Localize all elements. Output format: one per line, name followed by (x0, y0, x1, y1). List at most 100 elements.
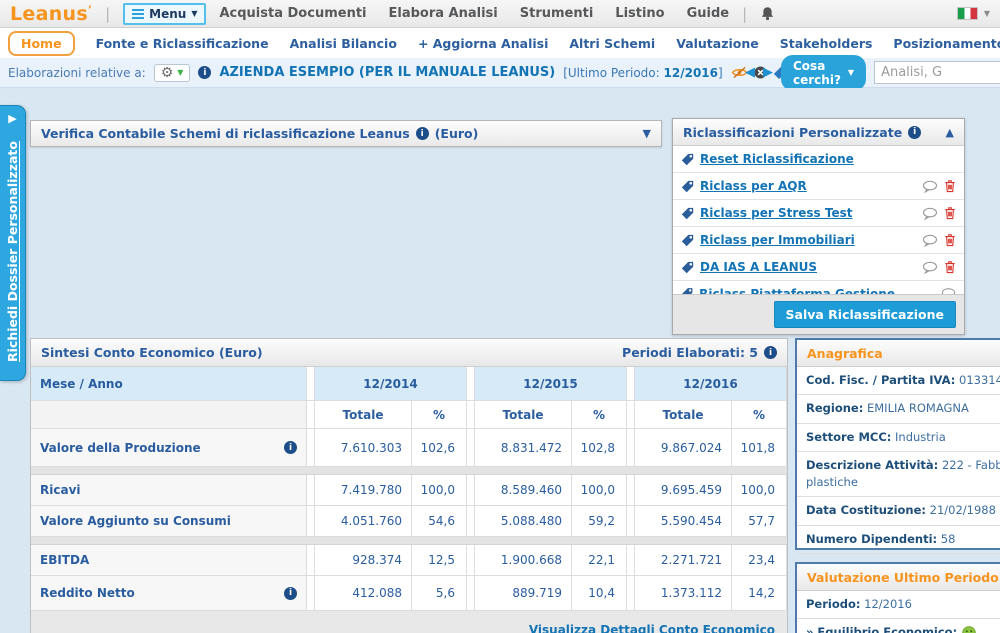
table-row-label: Ricavi (31, 475, 307, 506)
richiedi-dossier-tab[interactable]: ▶ Richiedi Dossier Personalizzato (0, 105, 26, 381)
tab-altri-schemi[interactable]: Altri Schemi (569, 36, 655, 51)
tab-aggiorna-analisi[interactable]: + Aggiorna Analisi (418, 36, 548, 51)
info-icon[interactable]: i (908, 125, 922, 139)
trash-icon[interactable] (944, 260, 956, 274)
verifica-contabile-panel-header[interactable]: Verifica Contabile Schemi di riclassific… (30, 120, 662, 147)
expand-chevron-icon[interactable]: ▼ (643, 127, 651, 140)
cell-total: 5.590.454 (635, 506, 732, 537)
tab-analisi-bilancio[interactable]: Analisi Bilancio (290, 36, 397, 51)
collapse-chevron-icon[interactable]: ▲ (946, 126, 954, 139)
tab-posizionamento-competitivo[interactable]: Posizionamento Competitivo (893, 36, 1000, 51)
info-icon[interactable]: i (198, 66, 212, 79)
riclassificazioni-footer: Salva Riclassificazione (673, 294, 964, 334)
company-name-link[interactable]: AZIENDA ESEMPIO (PER IL MANUALE LEANUS) (219, 65, 555, 80)
tab-home[interactable]: Home (8, 30, 75, 56)
tab-stakeholders[interactable]: Stakeholders (780, 36, 873, 51)
context-bar: Elaborazioni relative a: ⚙ ▼ i AZIENDA E… (0, 54, 1000, 91)
comment-icon[interactable] (922, 207, 938, 220)
sintesi-title: Sintesi Conto Economico (Euro) (41, 345, 263, 360)
subcol-totale: Totale (315, 401, 412, 429)
list-item-partially-visible: Riclass Piattaforma Gestione Crediti (673, 281, 964, 294)
reset-riclassificazione-link[interactable]: Reset Riclassificazione (700, 152, 854, 166)
cosa-cerchi-button[interactable]: Cosa cerchi? ▼ (781, 54, 867, 91)
salva-riclassificazione-button[interactable]: Salva Riclassificazione (773, 301, 956, 328)
da-ias-a-leanus-link[interactable]: DA IAS A LEANUS (700, 260, 817, 274)
sintesi-conto-economico-panel: Sintesi Conto Economico (Euro) Periodi E… (30, 338, 788, 633)
valutazione-header: Valutazione Ultimo Periodo (797, 564, 1000, 591)
search-input[interactable] (874, 61, 1000, 84)
cell-total: 9.867.024 (635, 429, 732, 467)
group-separator (31, 467, 787, 475)
riclass-immobiliari-link[interactable]: Riclass per Immobiliari (700, 233, 855, 247)
cell-pct: 57,7 (732, 506, 787, 537)
tag-icon (681, 180, 694, 192)
cell-pct: 100,0 (572, 475, 627, 506)
cell-total: 7.419.780 (315, 475, 412, 506)
topnav-guide[interactable]: Guide (687, 6, 730, 21)
riclass-clipped-link[interactable]: Riclass Piattaforma Gestione Crediti (699, 287, 929, 294)
notifications-bell-icon[interactable] (760, 6, 775, 21)
riclass-stress-test-link[interactable]: Riclass per Stress Test (700, 206, 852, 220)
topnav-acquista-documenti[interactable]: Acquista Documenti (219, 6, 366, 21)
company-settings-button[interactable]: ⚙ ▼ (153, 63, 191, 82)
riclassificazioni-panel: Riclassificazioni Personalizzate i ▲ Res… (672, 118, 965, 335)
divider: | (742, 4, 748, 23)
chevron-down-icon[interactable]: ▼ (984, 9, 990, 18)
topnav-strumenti[interactable]: Strumenti (520, 6, 594, 21)
cell-pct: 100,0 (732, 475, 787, 506)
subcol-pct: % (572, 401, 627, 429)
info-icon[interactable]: i (415, 127, 429, 140)
periodi-elaborati-label: Periodi Elaborati: 5 (622, 345, 758, 360)
sintesi-footer: Visualizza Dettagli Conto Economico (31, 611, 787, 633)
field-cod-fisc: Cod. Fisc. / Partita IVA: 013314601 (797, 367, 1000, 396)
comment-icon[interactable] (922, 180, 938, 193)
cell-pct: 12,5 (412, 545, 467, 576)
tab-fonte-e-riclassificazione[interactable]: Fonte e Riclassificazione (96, 36, 269, 51)
cell-total: 1.373.112 (635, 576, 732, 611)
subcol-pct: % (732, 401, 787, 429)
trash-icon[interactable] (944, 179, 956, 193)
riclassificazioni-header: Riclassificazioni Personalizzate i ▲ (673, 119, 964, 146)
smiley-green-icon (962, 626, 976, 633)
leanus-logo[interactable]: Leanus’ (10, 3, 92, 25)
next-arrow-icon[interactable]: ▶ (763, 65, 773, 80)
topnav-listino[interactable]: Listino (615, 6, 664, 21)
trash-icon[interactable] (944, 233, 956, 247)
trash-icon[interactable] (944, 206, 956, 220)
context-label: Elaborazioni relative a: (8, 65, 146, 80)
column-header-year: 12/2015 (475, 367, 627, 401)
field-periodo: Periodo: 12/2016 (797, 591, 1000, 620)
cell-total: 1.900.668 (475, 545, 572, 576)
anagrafica-panel: Anagrafica Cod. Fisc. / Partita IVA: 013… (795, 338, 1000, 554)
cell-pct: 100,0 (412, 475, 467, 506)
menu-button[interactable]: Menu ▼ (123, 2, 207, 25)
subcol-totale: Totale (475, 401, 572, 429)
table-row-label: Valore della Produzione i (31, 429, 307, 467)
sintesi-grid: Mese / Anno 12/2014 12/2015 12/2016 Tota… (31, 367, 787, 633)
tab-valutazione[interactable]: Valutazione (676, 36, 759, 51)
list-item: Riclass per Immobiliari (673, 227, 964, 254)
cell-total: 8.589.460 (475, 475, 572, 506)
list-item: Riclass per Stress Test (673, 200, 964, 227)
cell-total: 8.831.472 (475, 429, 572, 467)
prev-arrow-icon[interactable]: ◀ (745, 65, 755, 80)
language-flag-italy[interactable] (956, 7, 978, 20)
field-equilibrio-economico: » Equilibrio Economico: (797, 619, 1000, 633)
riclass-aqr-link[interactable]: Riclass per AQR (700, 179, 807, 193)
field-regione: Regione: EMILIA ROMAGNA (797, 395, 1000, 424)
visualizza-dettagli-link[interactable]: Visualizza Dettagli Conto Economico (529, 623, 775, 633)
top-nav: Acquista Documenti Elabora Analisi Strum… (219, 6, 729, 21)
cell-pct: 54,6 (412, 506, 467, 537)
chevron-down-icon: ▼ (191, 9, 198, 18)
verifica-title: Verifica Contabile Schemi di riclassific… (41, 126, 410, 141)
cell-pct: 102,6 (412, 429, 467, 467)
comment-icon[interactable] (941, 287, 956, 294)
cell-pct: 10,4 (572, 576, 627, 611)
topnav-elabora-analisi[interactable]: Elabora Analisi (389, 6, 498, 21)
info-icon[interactable]: i (284, 586, 297, 600)
comment-icon[interactable] (922, 234, 938, 247)
comment-icon[interactable] (922, 261, 938, 274)
tag-icon (681, 153, 694, 165)
info-icon[interactable]: i (764, 346, 777, 359)
info-icon[interactable]: i (284, 441, 297, 454)
